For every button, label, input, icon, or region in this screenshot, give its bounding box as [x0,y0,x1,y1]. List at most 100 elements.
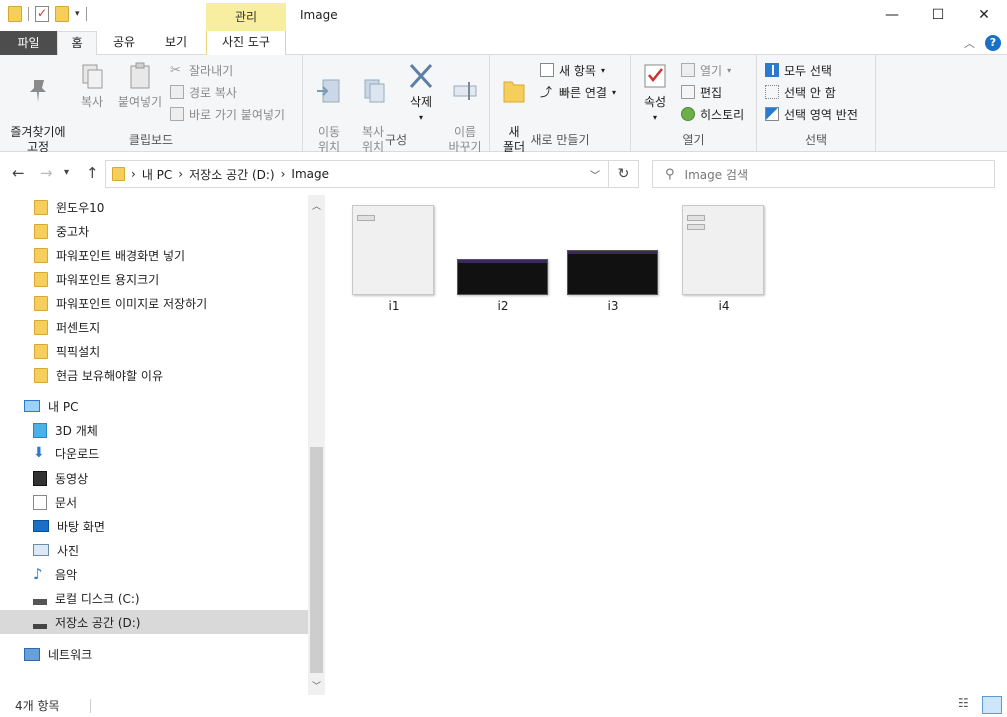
tree-folder-label: 픽픽설치 [56,344,101,359]
tree-folder[interactable]: 퍼센트지 [0,315,308,339]
copy-path-button[interactable]: 경로 복사 [170,82,237,102]
history-icon [681,107,695,121]
drive-icon [33,623,47,629]
tab-file[interactable]: 파일 [0,31,57,55]
maximize-button[interactable]: ☐ [915,0,961,31]
divider [28,7,29,21]
breadcrumb-drive-d[interactable]: 저장소 공간 (D:) [189,166,274,183]
nav-scrollbar[interactable]: ︿ ﹀ [308,195,325,695]
details-view-icon[interactable]: ☷ [958,696,978,714]
properties-icon[interactable]: ✓ [35,6,49,22]
breadcrumb-this-pc[interactable]: 내 PC [142,166,172,183]
chevron-down-icon[interactable]: ﹀ [590,167,600,182]
tree-folder[interactable]: 현금 보유해야할 이유 [0,363,308,387]
tab-home[interactable]: 홈 [57,31,97,56]
close-button[interactable]: ✕ [961,0,1007,31]
recent-locations-icon[interactable]: ▾ [64,167,69,178]
folder-icon[interactable] [8,6,22,22]
copy-button[interactable]: 복사 [74,61,110,110]
history-button[interactable]: 히스토리 [681,104,744,124]
tree-drive-d[interactable]: 저장소 공간 (D:) [0,610,308,634]
tree-videos[interactable]: 동영상 [0,466,308,490]
window-title: Image [300,8,338,22]
back-arrow-icon[interactable]: ← [12,164,25,182]
scroll-thumb[interactable] [310,447,323,673]
chevron-up-icon[interactable]: ︿ [964,35,975,51]
minimize-button[interactable]: — [869,0,915,31]
edit-icon [681,85,695,99]
up-arrow-icon[interactable]: ↑ [86,164,99,182]
tree-folder[interactable]: 픽픽설치 [0,339,308,363]
tab-view[interactable]: 보기 [152,31,200,55]
easy-access-button[interactable]: ⤴ 빠른 연결 ▾ [540,82,616,102]
help-icon[interactable]: ? [985,35,1001,51]
tree-folder[interactable]: 중고차 [0,219,308,243]
new-folder-icon[interactable] [55,6,69,22]
refresh-button[interactable]: ↻ [609,160,639,188]
invert-selection-icon [765,107,779,121]
tree-network[interactable]: 네트워크 [0,642,308,666]
cut-button[interactable]: ✂ 잘라내기 [170,60,233,80]
cut-label: 잘라내기 [189,63,234,78]
file-thumbnail [567,250,658,295]
tree-item-label: 바탕 화면 [57,519,105,534]
file-item[interactable]: i1 [352,205,436,315]
file-name: i2 [497,299,509,313]
delete-button[interactable]: 삭제 ▾ [401,61,441,125]
tree-3d-objects[interactable]: 3D 개체 [0,418,308,442]
group-label-new: 새로 만들기 [530,133,590,147]
select-all-label: 모두 선택 [784,63,832,78]
tab-share[interactable]: 공유 [104,31,144,55]
tree-item-label: 음악 [55,567,78,582]
address-bar[interactable]: › 내 PC › 저장소 공간 (D:) › Image ﹀ [105,160,609,188]
file-name: i1 [388,299,400,313]
file-item[interactable]: i4 [682,205,766,315]
tree-documents[interactable]: 문서 [0,490,308,514]
thumbnail-header [568,251,657,254]
breadcrumb-image[interactable]: Image [291,167,329,181]
context-tab-manage[interactable]: 관리 [206,3,286,31]
new-item-button[interactable]: 새 항목 ▾ [540,60,605,80]
customize-qat-icon[interactable]: ▾ [75,9,80,19]
paste-shortcut-button[interactable]: 바로 가기 붙여넣기 [170,104,285,124]
folder-icon [34,271,48,287]
scroll-up-icon[interactable]: ︿ [308,199,325,212]
tree-local-disk-c[interactable]: 로컬 디스크 (C:) [0,586,308,610]
tree-music[interactable]: ♪ 음악 [0,562,308,586]
copy-path-icon [170,85,184,99]
edit-button[interactable]: 편집 [681,82,722,102]
folder-icon [34,319,48,335]
computer-icon [24,400,40,412]
forward-arrow-icon[interactable]: → [40,164,53,182]
tree-network-label: 네트워크 [48,647,93,662]
open-button[interactable]: 열기 ▾ [681,60,731,80]
thumbnail-titlebar [353,206,433,212]
select-all-button[interactable]: 모두 선택 [765,60,832,80]
tree-folder[interactable]: 윈도우10 [0,195,308,219]
copy-path-label: 경로 복사 [189,85,237,100]
scroll-down-icon[interactable]: ﹀ [308,679,325,692]
tree-desktop[interactable]: 바탕 화면 [0,514,308,538]
tree-folder[interactable]: 파워포인트 용지크기 [0,267,308,291]
tree-this-pc[interactable]: 내 PC [0,394,308,418]
film-icon [33,470,47,486]
large-icons-view-icon[interactable] [982,696,1002,714]
drive-icon [33,599,47,605]
paste-button[interactable]: 붙여넣기 [114,61,166,110]
tree-folder[interactable]: 파워포인트 배경화면 넣기 [0,243,308,267]
tree-folder[interactable]: 파워포인트 이미지로 저장하기 [0,291,308,315]
invert-selection-label: 선택 영역 반전 [784,107,858,122]
group-new: 새 폴더 새 항목 ▾ ⤴ 빠른 연결 ▾ 새로 만들기 [490,55,631,154]
properties-button[interactable]: 속성 ▾ [639,61,671,125]
select-none-button[interactable]: 선택 안 함 [765,82,836,102]
paste-shortcut-label: 바로 가기 붙여넣기 [189,107,285,122]
thumbnail-header [458,260,547,263]
file-item[interactable]: i3 [567,205,659,315]
file-item[interactable]: i2 [457,205,549,315]
network-icon [24,647,40,661]
tree-pictures[interactable]: 사진 [0,538,308,562]
invert-selection-button[interactable]: 선택 영역 반전 [765,104,858,124]
tree-downloads[interactable]: ⬇ 다운로드 [0,441,308,465]
search-box[interactable]: ⚲ Image 검색 [652,160,995,188]
tab-photo-tools[interactable]: 사진 도구 [206,31,286,55]
